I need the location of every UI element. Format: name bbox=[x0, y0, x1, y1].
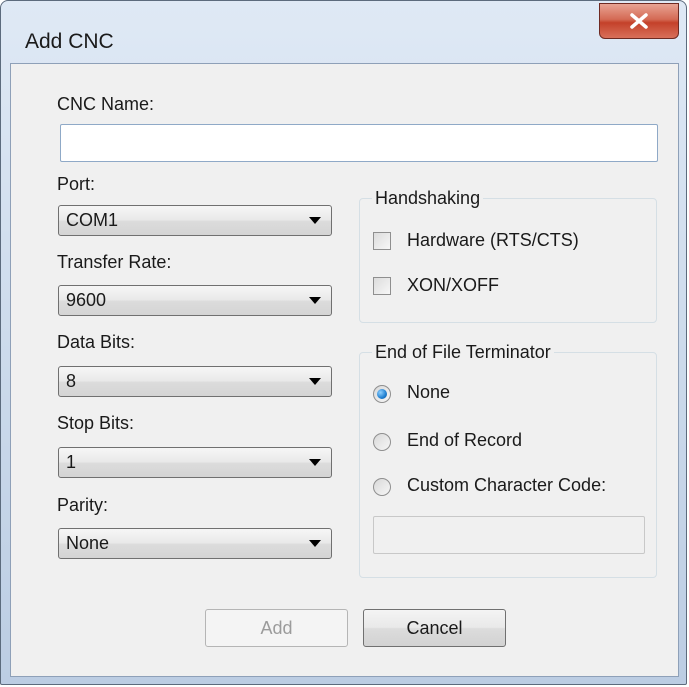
stop-bits-value: 1 bbox=[66, 452, 77, 472]
eof-end-of-record-radio[interactable] bbox=[373, 433, 391, 451]
handshaking-title: Handshaking bbox=[372, 188, 484, 209]
data-bits-label: Data Bits: bbox=[57, 332, 136, 352]
window-title: Add CNC bbox=[25, 30, 114, 53]
xon-xoff-label[interactable]: XON/XOFF bbox=[407, 275, 499, 296]
handshaking-group bbox=[359, 198, 657, 323]
hardware-rts-cts-label[interactable]: Hardware (RTS/CTS) bbox=[407, 230, 579, 251]
eof-terminator-title: End of File Terminator bbox=[372, 342, 554, 363]
port-label: Port: bbox=[57, 174, 96, 194]
xon-xoff-checkbox[interactable] bbox=[373, 277, 391, 295]
transfer-rate-select[interactable]: 9600 bbox=[58, 285, 332, 316]
cancel-button[interactable]: Cancel bbox=[363, 609, 506, 647]
cnc-name-input[interactable] bbox=[60, 124, 658, 162]
data-bits-select[interactable]: 8 bbox=[58, 366, 332, 397]
transfer-rate-label: Transfer Rate: bbox=[57, 252, 172, 272]
eof-end-of-record-label[interactable]: End of Record bbox=[407, 430, 522, 451]
add-cnc-dialog: Add CNC CNC Name: Port: COM1 Transfer Ra… bbox=[0, 0, 687, 685]
chevron-down-icon bbox=[309, 378, 321, 385]
chevron-down-icon bbox=[309, 540, 321, 547]
chevron-down-icon bbox=[309, 459, 321, 466]
parity-value: None bbox=[66, 533, 110, 553]
data-bits-value: 8 bbox=[66, 371, 77, 391]
port-value: COM1 bbox=[66, 210, 119, 230]
title-bar[interactable]: Add CNC bbox=[1, 1, 686, 65]
eof-custom-code-radio[interactable] bbox=[373, 478, 391, 496]
cnc-name-label: CNC Name: bbox=[57, 94, 155, 114]
transfer-rate-value: 9600 bbox=[66, 290, 107, 310]
stop-bits-label: Stop Bits: bbox=[57, 413, 135, 433]
parity-select[interactable]: None bbox=[58, 528, 332, 559]
hardware-rts-cts-checkbox[interactable] bbox=[373, 232, 391, 250]
stop-bits-select[interactable]: 1 bbox=[58, 447, 332, 478]
chevron-down-icon bbox=[309, 217, 321, 224]
dialog-body: CNC Name: Port: COM1 Transfer Rate: 9600… bbox=[10, 63, 679, 677]
port-select[interactable]: COM1 bbox=[58, 205, 332, 236]
eof-none-radio[interactable] bbox=[373, 385, 391, 403]
parity-label: Parity: bbox=[57, 495, 109, 515]
chevron-down-icon bbox=[309, 297, 321, 304]
eof-custom-code-label[interactable]: Custom Character Code: bbox=[407, 475, 606, 496]
close-icon bbox=[630, 13, 648, 29]
custom-code-input[interactable] bbox=[373, 516, 645, 554]
add-button[interactable]: Add bbox=[205, 609, 348, 647]
close-button[interactable] bbox=[599, 3, 679, 39]
eof-none-label[interactable]: None bbox=[407, 382, 450, 403]
